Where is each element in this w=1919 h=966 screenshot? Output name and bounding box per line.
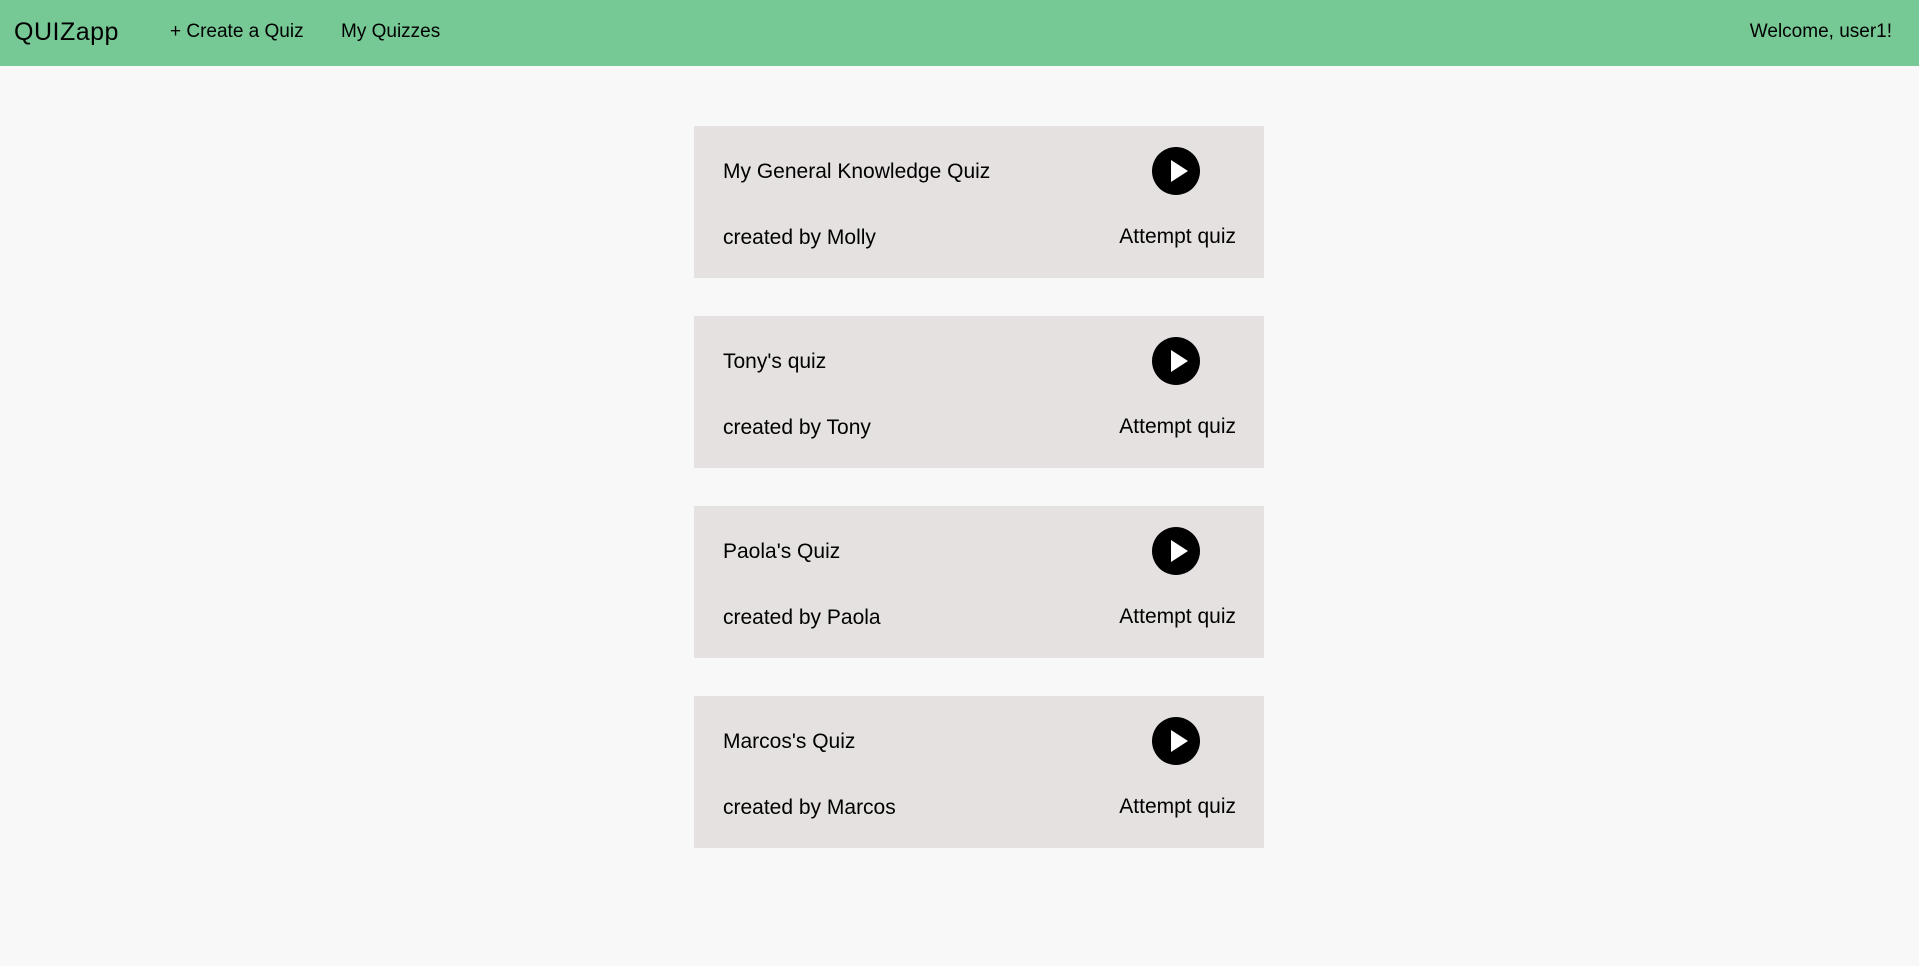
play-button[interactable] bbox=[1152, 527, 1200, 575]
attempt-quiz-link[interactable]: Attempt quiz bbox=[1119, 225, 1236, 249]
play-button[interactable] bbox=[1152, 337, 1200, 385]
app-logo[interactable]: QUIZapp bbox=[14, 17, 119, 47]
attempt-quiz-link[interactable]: Attempt quiz bbox=[1119, 415, 1236, 439]
my-quizzes-link[interactable]: My Quizzes bbox=[341, 21, 440, 43]
play-button[interactable] bbox=[1152, 717, 1200, 765]
quiz-title: My General Knowledge Quiz bbox=[723, 160, 991, 183]
create-quiz-link[interactable]: + Create a Quiz bbox=[170, 21, 304, 43]
logo-app-text: app bbox=[75, 18, 119, 46]
play-button[interactable] bbox=[1152, 147, 1200, 195]
quiz-title: Paola's Quiz bbox=[723, 540, 841, 563]
quiz-author: created by Paola bbox=[723, 606, 881, 629]
quiz-author: created by Molly bbox=[723, 226, 876, 249]
quiz-list: My General Knowledge Quiz created by Mol… bbox=[694, 126, 1264, 886]
quiz-title: Marcos's Quiz bbox=[723, 730, 856, 753]
welcome-message: Welcome, user1! bbox=[1749, 21, 1892, 42]
play-icon bbox=[1171, 160, 1188, 182]
quiz-author: created by Marcos bbox=[723, 796, 896, 819]
quiz-card: Marcos's Quiz created by Marcos Attempt … bbox=[694, 696, 1264, 848]
play-icon bbox=[1171, 540, 1188, 562]
quiz-card: Tony's quiz created by Tony Attempt quiz bbox=[694, 316, 1264, 468]
quiz-author: created by Tony bbox=[723, 416, 871, 439]
play-icon bbox=[1171, 730, 1188, 752]
top-navbar: QUIZapp + Create a Quiz My Quizzes Welco… bbox=[0, 0, 1919, 66]
quiz-card: Paola's Quiz created by Paola Attempt qu… bbox=[694, 506, 1264, 658]
quiz-card: My General Knowledge Quiz created by Mol… bbox=[694, 126, 1264, 278]
attempt-quiz-link[interactable]: Attempt quiz bbox=[1119, 795, 1236, 819]
attempt-quiz-link[interactable]: Attempt quiz bbox=[1119, 605, 1236, 629]
logo-quiz-text: QUIZ bbox=[14, 18, 76, 46]
quiz-title: Tony's quiz bbox=[723, 350, 827, 373]
play-icon bbox=[1171, 350, 1188, 372]
